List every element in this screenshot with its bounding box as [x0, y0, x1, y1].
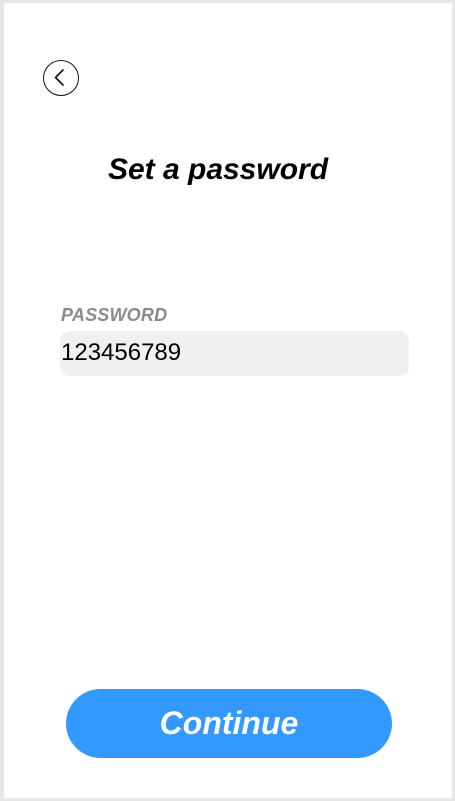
- screen: Set a password PASSWORD 123456789 Contin…: [4, 3, 452, 798]
- back-button[interactable]: [43, 60, 79, 96]
- password-label: PASSWORD: [61, 305, 168, 325]
- page-title: Set a password: [107, 153, 329, 186]
- password-input[interactable]: 123456789: [60, 331, 409, 376]
- chevron-left-icon: [54, 69, 64, 86]
- password-value: 123456789: [61, 339, 182, 366]
- continue-button[interactable]: Continue: [66, 689, 392, 758]
